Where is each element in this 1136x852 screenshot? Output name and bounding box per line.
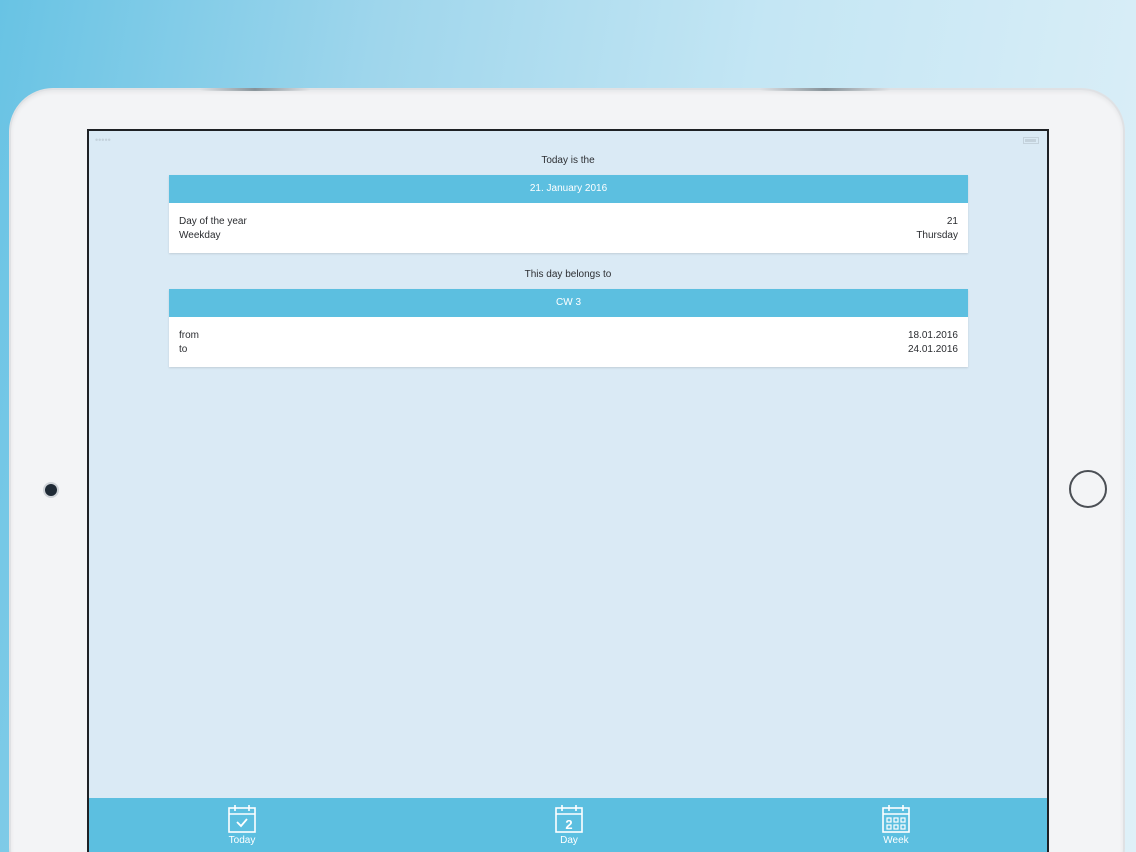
day-of-year-row: Day of the year 21 xyxy=(179,215,958,229)
tab-day[interactable]: 2 Day xyxy=(529,804,609,850)
carrier-indicator: ••••• xyxy=(95,135,111,145)
calendar-check-icon xyxy=(228,805,256,833)
week-header: CW 3 xyxy=(169,289,968,317)
battery-indicator xyxy=(1019,135,1039,145)
week-card: CW 3 from 18.01.2016 to 24.01.2016 xyxy=(169,289,968,367)
row-label: Day of the year xyxy=(179,216,247,227)
device-edge-highlight xyxy=(760,88,890,91)
to-row: to 24.01.2016 xyxy=(179,343,958,357)
row-value: 21 xyxy=(946,216,958,227)
today-card-body: Day of the year 21 Weekday Thursday xyxy=(169,203,968,253)
app-screen: ••••• Today is the 21. January 2016 Day … xyxy=(87,129,1049,852)
device-edge-highlight xyxy=(200,88,310,91)
calendar-day-icon: 2 xyxy=(555,805,583,833)
tab-label: Today xyxy=(228,835,256,846)
week-caption: This day belongs to xyxy=(524,269,612,280)
tab-week[interactable]: Week xyxy=(856,804,936,850)
tab-label: Day xyxy=(560,835,578,846)
tab-label: Week xyxy=(883,835,909,846)
status-bar: ••••• xyxy=(89,131,1047,149)
from-row: from 18.01.2016 xyxy=(179,329,958,343)
row-label: to xyxy=(179,344,188,355)
battery-icon xyxy=(1023,137,1039,145)
today-date-header: 21. January 2016 xyxy=(169,175,968,203)
row-value: 18.01.2016 xyxy=(907,330,958,341)
today-card: 21. January 2016 Day of the year 21 Week… xyxy=(169,175,968,253)
home-button[interactable] xyxy=(1069,470,1107,508)
row-value: 24.01.2016 xyxy=(907,344,958,355)
front-camera xyxy=(45,484,57,496)
week-card-body: from 18.01.2016 to 24.01.2016 xyxy=(169,317,968,367)
row-value: Thursday xyxy=(916,230,958,241)
calendar-week-icon xyxy=(882,805,910,833)
row-label: Weekday xyxy=(179,230,221,241)
weekday-row: Weekday Thursday xyxy=(179,229,958,243)
row-label: from xyxy=(179,330,199,341)
tab-bar: Today 2 Day Week xyxy=(89,798,1047,852)
today-caption: Today is the xyxy=(541,155,595,166)
tab-today[interactable]: Today xyxy=(202,804,282,850)
day-number: 2 xyxy=(565,817,572,832)
